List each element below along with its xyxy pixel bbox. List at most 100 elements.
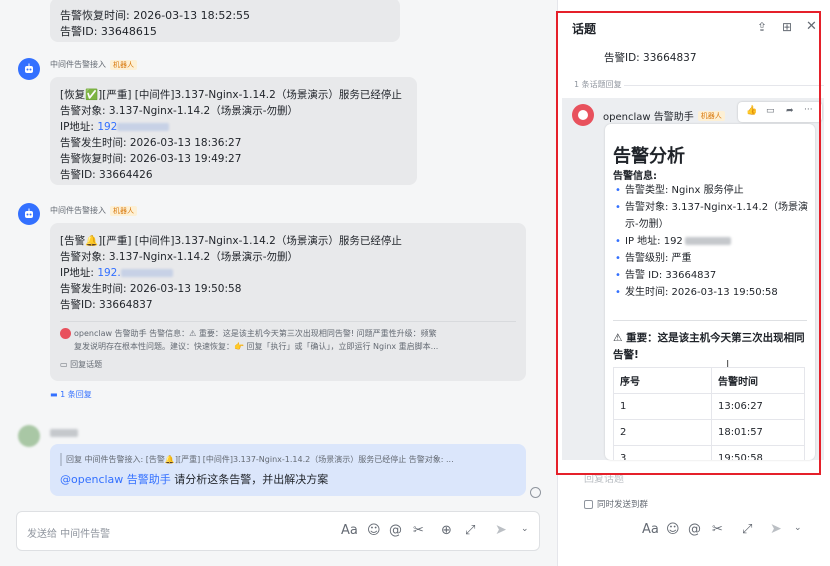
add-icon[interactable]: ⊕ <box>441 523 452 538</box>
mention-icon[interactable]: @ <box>688 522 701 537</box>
emoji-icon[interactable]: ☺ <box>666 522 680 537</box>
message-bubble[interactable]: [告警🔔][严重] [中间件]3.137-Nginx-1.14.2（场景演示）服… <box>50 223 526 381</box>
openclaw-logo-icon <box>578 110 588 120</box>
message-line: 告警ID: 33664426 <box>60 169 153 181</box>
message-bubble[interactable]: 回复 中间件告警接入: [告警🔔][严重] [中间件]3.137-Nginx-1… <box>50 444 526 496</box>
forward-icon[interactable]: ➦ <box>786 106 794 116</box>
send-icon[interactable]: ➤ <box>770 521 782 537</box>
emoji-icon[interactable]: ☺ <box>367 523 381 538</box>
bot-avatar[interactable] <box>18 58 40 80</box>
alarm-history-table: 序号 告警时间 1 13:06:27 2 18:01:57 3 19:50:58 <box>613 367 805 460</box>
divider <box>624 85 824 86</box>
table-row: 2 18:01:57 <box>613 419 805 446</box>
table-row: 3 19:50:58 <box>613 445 805 460</box>
text-format-icon[interactable]: Aa <box>642 522 659 537</box>
table-cell: 2 <box>613 419 712 446</box>
info-item-text: IP 地址: 192 <box>625 236 683 247</box>
pin-icon[interactable]: ⇪ <box>757 20 767 34</box>
redacted-ip <box>117 123 170 131</box>
message-input[interactable]: 发送给 中间件告警 Aa ☺ @ ✂ ⊕ ⤢ ➤ ⌄ <box>16 511 540 551</box>
message-bubble[interactable]: [恢复✅][严重] [中间件]3.137-Nginx-1.14.2（场景演示）服… <box>50 77 417 185</box>
warning-text: ⚠ 重要：这是该主机今天第三次出现相同告警! <box>613 332 805 361</box>
info-item: 发生时间: 2026-03-13 19:50:58 <box>613 284 809 301</box>
send-to-group-checkbox[interactable] <box>584 499 593 509</box>
alarm-analysis-card[interactable]: 告警分析 告警信息: 告警类型: Nginx 服务停止 告警对象: 3.137-… <box>605 124 815 460</box>
openclaw-avatar-icon <box>60 328 71 339</box>
thread-preview-line: openclaw 告警助手 告警信息：⚠ 重要：这是该主机今天第三次出现相同告警… <box>60 327 516 340</box>
message-line: 告警恢复时间: 2026-03-13 19:49:27 <box>60 153 242 165</box>
reply-icon[interactable]: ▭ <box>766 106 775 116</box>
table-cell: 3 <box>613 445 712 460</box>
ip-label: IP地址: <box>60 121 94 133</box>
scissors-icon[interactable]: ✂ <box>413 523 424 538</box>
thumbs-up-icon[interactable]: 👍 <box>746 106 757 116</box>
expand-icon[interactable]: ⤢ <box>742 522 752 537</box>
mention-link[interactable]: @openclaw 告警助手 <box>60 473 171 486</box>
ip-link[interactable]: 192 <box>97 121 117 133</box>
reply-topic-label: 回复话题 <box>70 360 103 369</box>
table-header-row: 序号 告警时间 <box>613 367 805 394</box>
message-line: 告警恢复时间: 2026-03-13 18:52:55 <box>60 9 251 22</box>
reply-input[interactable]: 回复话题 <box>574 462 822 492</box>
bot-avatar[interactable] <box>18 203 40 225</box>
send-icon[interactable]: ➤ <box>495 522 507 538</box>
user-avatar[interactable] <box>18 425 40 447</box>
ip-line: IP地址: 192. <box>60 265 516 281</box>
card-section-title: 告警信息: <box>613 171 657 182</box>
divider <box>613 320 807 321</box>
bookmark-icon[interactable]: ⊞ <box>782 20 792 34</box>
reply-topic-button[interactable]: ▭ 回复话题 <box>60 358 516 371</box>
info-item: IP 地址: 192 <box>613 233 809 250</box>
chevron-down-icon[interactable]: ⌄ <box>521 524 529 534</box>
reply-input-placeholder: 回复话题 <box>584 474 624 485</box>
reply-count-link[interactable]: ▬ 1 条回复 <box>50 389 92 400</box>
redacted-ip <box>684 237 731 245</box>
thread-alarm-id: 告警ID: 33664837 <box>604 52 697 64</box>
text-format-icon[interactable]: Aa <box>341 523 358 538</box>
scissors-icon[interactable]: ✂ <box>712 522 723 537</box>
message-line: @openclaw 告警助手 请分析这条告警，并出解决方案 <box>60 472 516 488</box>
message-line: 告警对象: 3.137-Nginx-1.14.2（场景演示-勿删） <box>60 251 299 263</box>
table-cell: 1 <box>613 393 712 420</box>
redacted-username <box>50 429 78 437</box>
robot-icon <box>25 63 33 73</box>
table-row: 1 13:06:27 <box>613 393 805 420</box>
redacted-ip <box>120 269 173 277</box>
ip-label: IP地址: <box>60 267 94 279</box>
chat-panel: 告警恢复时间: 2026-03-13 18:52:55 告警ID: 336486… <box>0 0 557 566</box>
mention-icon[interactable]: @ <box>389 523 402 538</box>
table-cell: 18:01:57 <box>711 419 805 446</box>
ip-line: IP地址: 192 <box>60 119 407 135</box>
quote-line: 回复 中间件告警接入: [告警🔔][严重] [中间件]3.137-Nginx-1… <box>60 453 516 466</box>
message-line: 告警对象: 3.137-Nginx-1.14.2（场景演示-勿删） <box>60 105 299 117</box>
thread-preview[interactable]: openclaw 告警助手 告警信息：⚠ 重要：这是该主机今天第三次出现相同告警… <box>60 321 516 371</box>
reply-count-label: 1 条回复 <box>60 390 92 399</box>
sender-label: 中间件告警接入 <box>50 60 106 69</box>
close-icon[interactable]: ✕ <box>806 19 817 34</box>
info-item: 告警级别: 严重 <box>613 250 809 267</box>
chevron-down-icon[interactable]: ⌄ <box>794 523 802 533</box>
message-bubble[interactable]: 告警恢复时间: 2026-03-13 18:52:55 告警ID: 336486… <box>50 0 400 42</box>
bot-tag: 机器人 <box>110 59 137 70</box>
message-text: 请分析这条告警，并出解决方案 <box>170 473 329 486</box>
send-to-group-option[interactable]: 同时发送到群 <box>584 498 648 510</box>
sender-name: 中间件告警接入 机器人 <box>50 59 137 70</box>
expand-icon[interactable]: ⤢ <box>465 523 475 538</box>
table-cell: 13:06:27 <box>711 393 805 420</box>
bot-tag: 机器人 <box>110 205 137 216</box>
bot-tag: 机器人 <box>697 110 725 121</box>
more-icon[interactable]: ··· <box>804 105 813 115</box>
ip-link[interactable]: 192. <box>97 267 120 279</box>
message-line: 告警ID: 33664837 <box>60 299 153 311</box>
chat-bubble-icon: ▬ <box>50 390 58 399</box>
message-line: 告警发生时间: 2026-03-13 18:36:27 <box>60 137 242 149</box>
table-cell: 19:50:58 <box>711 445 805 460</box>
openclaw-avatar[interactable] <box>572 104 594 126</box>
info-item: 告警类型: Nginx 服务停止 <box>613 182 809 199</box>
message-line: 告警发生时间: 2026-03-13 19:50:58 <box>60 283 242 295</box>
card-title: 告警分析 <box>613 146 685 167</box>
robot-icon <box>25 208 33 218</box>
bot-name: openclaw 告警助手 <box>603 112 694 123</box>
message-line: 告警ID: 33648615 <box>60 25 157 38</box>
table-header: 告警时间 <box>711 367 805 394</box>
